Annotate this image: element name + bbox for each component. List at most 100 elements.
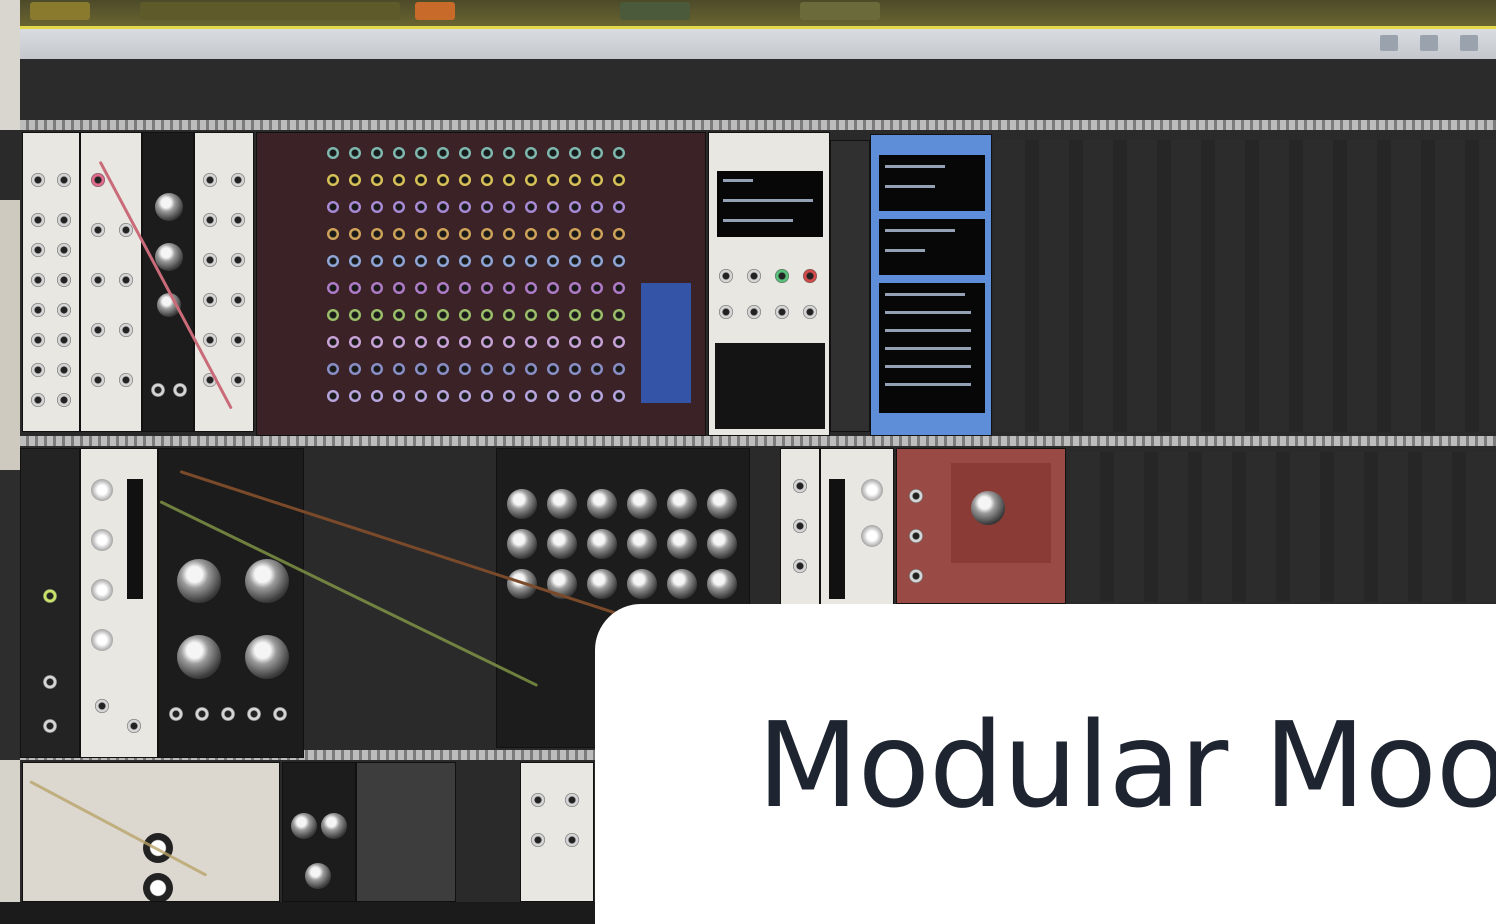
jack-icon[interactable] — [203, 293, 217, 307]
matrix-jack-icon[interactable] — [547, 309, 559, 321]
knob-icon[interactable] — [547, 529, 577, 559]
matrix-jack-icon[interactable] — [459, 255, 471, 267]
knob-icon[interactable] — [143, 873, 173, 901]
toolbar-button-icon[interactable] — [1420, 35, 1438, 51]
matrix-jack-icon[interactable] — [415, 174, 427, 186]
jack-icon[interactable] — [57, 303, 71, 317]
jack-icon[interactable] — [231, 253, 245, 267]
matrix-jack-icon[interactable] — [481, 363, 493, 375]
jack-icon[interactable] — [565, 833, 579, 847]
matrix-jack-icon[interactable] — [547, 201, 559, 213]
matrix-jack-icon[interactable] — [459, 363, 471, 375]
matrix-jack-icon[interactable] — [459, 201, 471, 213]
utility-module[interactable] — [80, 132, 142, 432]
matrix-jack-icon[interactable] — [437, 390, 449, 402]
matrix-jack-icon[interactable] — [349, 228, 361, 240]
jack-icon[interactable] — [31, 213, 45, 227]
jack-icon[interactable] — [909, 569, 923, 583]
knob-icon[interactable] — [91, 479, 113, 501]
jack-icon[interactable] — [169, 707, 183, 721]
jack-icon[interactable] — [119, 373, 133, 387]
matrix-jack-icon[interactable] — [525, 336, 537, 348]
knob-icon[interactable] — [507, 529, 537, 559]
matrix-jack-icon[interactable] — [613, 390, 625, 402]
matrix-jack-icon[interactable] — [393, 363, 405, 375]
jack-icon[interactable] — [803, 269, 817, 283]
matrix-jack-icon[interactable] — [591, 336, 603, 348]
jack-icon[interactable] — [91, 323, 105, 337]
matrix-jack-icon[interactable] — [481, 336, 493, 348]
knob-icon[interactable] — [707, 569, 737, 599]
knob-icon[interactable] — [155, 243, 183, 271]
matrix-jack-icon[interactable] — [393, 201, 405, 213]
bottom-row-module[interactable] — [356, 762, 456, 902]
jack-icon[interactable] — [57, 213, 71, 227]
matrix-jack-icon[interactable] — [613, 282, 625, 294]
knob-icon[interactable] — [627, 529, 657, 559]
jack-icon[interactable] — [91, 373, 105, 387]
matrix-jack-icon[interactable] — [503, 282, 515, 294]
matrix-jack-icon[interactable] — [481, 201, 493, 213]
matrix-jack-icon[interactable] — [371, 336, 383, 348]
jack-icon[interactable] — [91, 273, 105, 287]
matrix-jack-icon[interactable] — [503, 309, 515, 321]
matrix-jack-icon[interactable] — [415, 390, 427, 402]
matrix-jack-icon[interactable] — [503, 255, 515, 267]
matrix-jack-icon[interactable] — [393, 228, 405, 240]
matrix-jack-icon[interactable] — [459, 336, 471, 348]
knob-icon[interactable] — [321, 813, 347, 839]
jack-icon[interactable] — [31, 273, 45, 287]
matrix-jack-icon[interactable] — [569, 255, 581, 267]
matrix-jack-icon[interactable] — [591, 255, 603, 267]
matrix-jack-icon[interactable] — [349, 390, 361, 402]
jack-icon[interactable] — [119, 273, 133, 287]
matrix-jack-icon[interactable] — [569, 390, 581, 402]
matrix-jack-icon[interactable] — [349, 282, 361, 294]
jack-icon[interactable] — [57, 333, 71, 347]
matrix-jack-icon[interactable] — [613, 174, 625, 186]
matrix-jack-icon[interactable] — [459, 282, 471, 294]
matrix-jack-icon[interactable] — [591, 363, 603, 375]
matrix-jack-icon[interactable] — [569, 336, 581, 348]
matrix-jack-icon[interactable] — [569, 309, 581, 321]
oscillator-module[interactable] — [158, 448, 304, 758]
matrix-jack-icon[interactable] — [591, 201, 603, 213]
jack-icon[interactable] — [31, 173, 45, 187]
matrix-jack-icon[interactable] — [349, 336, 361, 348]
knob-icon[interactable] — [177, 635, 221, 679]
display-module[interactable] — [870, 134, 992, 436]
matrix-jack-icon[interactable] — [613, 201, 625, 213]
jack-icon[interactable] — [43, 589, 57, 603]
knob-icon[interactable] — [707, 489, 737, 519]
jack-icon[interactable] — [57, 393, 71, 407]
matrix-jack-icon[interactable] — [503, 174, 515, 186]
matrix-jack-icon[interactable] — [591, 174, 603, 186]
matrix-jack-icon[interactable] — [393, 174, 405, 186]
jack-icon[interactable] — [195, 707, 209, 721]
matrix-jack-icon[interactable] — [349, 255, 361, 267]
matrix-jack-icon[interactable] — [481, 174, 493, 186]
knob-icon[interactable] — [91, 529, 113, 551]
matrix-jack-icon[interactable] — [459, 147, 471, 159]
jack-icon[interactable] — [531, 833, 545, 847]
jack-icon[interactable] — [119, 323, 133, 337]
matrix-jack-icon[interactable] — [569, 228, 581, 240]
bottom-row-module[interactable] — [282, 762, 356, 902]
knob-icon[interactable] — [587, 489, 617, 519]
matrix-jack-icon[interactable] — [481, 147, 493, 159]
jack-icon[interactable] — [91, 223, 105, 237]
matrix-jack-icon[interactable] — [415, 201, 427, 213]
jack-icon[interactable] — [31, 393, 45, 407]
matrix-jack-icon[interactable] — [525, 174, 537, 186]
matrix-jack-icon[interactable] — [613, 147, 625, 159]
jack-icon[interactable] — [151, 383, 165, 397]
jack-icon[interactable] — [119, 223, 133, 237]
matrix-jack-icon[interactable] — [349, 201, 361, 213]
jack-icon[interactable] — [31, 363, 45, 377]
matrix-jack-icon[interactable] — [415, 147, 427, 159]
matrix-jack-icon[interactable] — [327, 201, 339, 213]
matrix-jack-icon[interactable] — [459, 390, 471, 402]
matrix-jack-icon[interactable] — [393, 147, 405, 159]
matrix-jack-icon[interactable] — [459, 228, 471, 240]
attenuator-module[interactable] — [80, 448, 158, 758]
